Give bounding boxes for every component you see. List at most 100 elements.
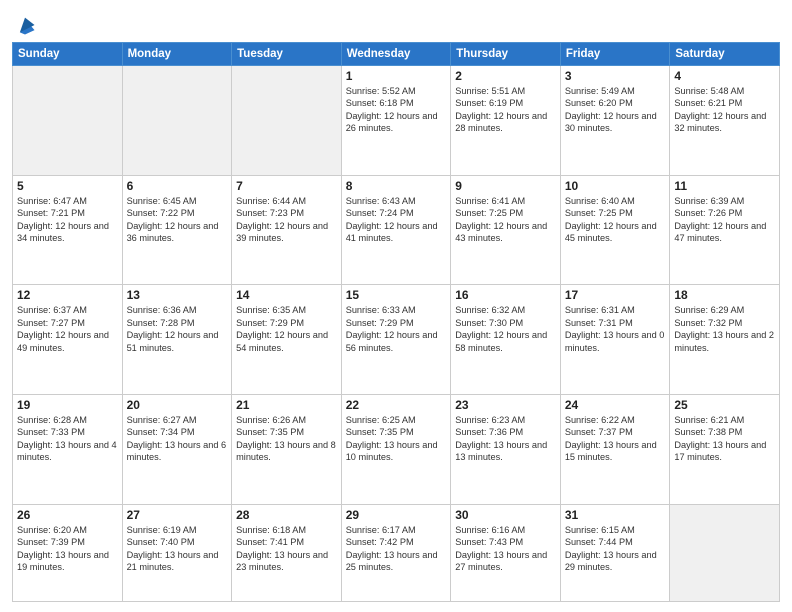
calendar-cell: 29 Sunrise: 6:17 AM Sunset: 7:42 PM Dayli… xyxy=(341,504,451,601)
day-number: 8 xyxy=(346,179,447,193)
logo xyxy=(12,14,36,36)
day-number: 9 xyxy=(455,179,556,193)
day-info: Sunrise: 6:17 AM Sunset: 7:42 PM Dayligh… xyxy=(346,524,447,574)
calendar-cell: 30 Sunrise: 6:16 AM Sunset: 7:43 PM Dayli… xyxy=(451,504,561,601)
day-number: 11 xyxy=(674,179,775,193)
day-info: Sunrise: 6:47 AM Sunset: 7:21 PM Dayligh… xyxy=(17,195,118,245)
calendar-header-row: SundayMondayTuesdayWednesdayThursdayFrid… xyxy=(13,43,780,66)
day-number: 30 xyxy=(455,508,556,522)
day-info: Sunrise: 6:44 AM Sunset: 7:23 PM Dayligh… xyxy=(236,195,337,245)
day-info: Sunrise: 6:31 AM Sunset: 7:31 PM Dayligh… xyxy=(565,304,666,354)
calendar: SundayMondayTuesdayWednesdayThursdayFrid… xyxy=(12,42,780,602)
calendar-cell: 31 Sunrise: 6:15 AM Sunset: 7:44 PM Dayli… xyxy=(560,504,670,601)
calendar-cell: 13Sunrise: 6:36 AM Sunset: 7:28 PM Dayli… xyxy=(122,285,232,395)
day-header-thursday: Thursday xyxy=(451,43,561,66)
calendar-cell: 25Sunrise: 6:21 AM Sunset: 7:38 PM Dayli… xyxy=(670,395,780,505)
day-info: Sunrise: 6:16 AM Sunset: 7:43 PM Dayligh… xyxy=(455,524,556,574)
calendar-cell: 12Sunrise: 6:37 AM Sunset: 7:27 PM Dayli… xyxy=(13,285,123,395)
day-number: 5 xyxy=(17,179,118,193)
day-info: Sunrise: 6:27 AM Sunset: 7:34 PM Dayligh… xyxy=(127,414,228,464)
day-number: 3 xyxy=(565,69,666,83)
day-number: 19 xyxy=(17,398,118,412)
calendar-cell: 9 Sunrise: 6:41 AM Sunset: 7:25 PM Daylig… xyxy=(451,175,561,285)
calendar-cell: 15 Sunrise: 6:33 AM Sunset: 7:29 PM Dayli… xyxy=(341,285,451,395)
calendar-cell xyxy=(232,66,342,176)
day-number: 22 xyxy=(346,398,447,412)
header xyxy=(12,10,780,36)
day-info: Sunrise: 6:40 AM Sunset: 7:25 PM Dayligh… xyxy=(565,195,666,245)
calendar-cell: 24Sunrise: 6:22 AM Sunset: 7:37 PM Dayli… xyxy=(560,395,670,505)
day-info: Sunrise: 6:33 AM Sunset: 7:29 PM Dayligh… xyxy=(346,304,447,354)
day-header-friday: Friday xyxy=(560,43,670,66)
day-info: Sunrise: 5:52 AM Sunset: 6:18 PM Dayligh… xyxy=(346,85,447,135)
day-info: Sunrise: 6:35 AM Sunset: 7:29 PM Dayligh… xyxy=(236,304,337,354)
day-info: Sunrise: 6:22 AM Sunset: 7:37 PM Dayligh… xyxy=(565,414,666,464)
day-info: Sunrise: 6:25 AM Sunset: 7:35 PM Dayligh… xyxy=(346,414,447,464)
day-number: 28 xyxy=(236,508,337,522)
day-number: 26 xyxy=(17,508,118,522)
calendar-cell: 14 Sunrise: 6:35 AM Sunset: 7:29 PM Dayli… xyxy=(232,285,342,395)
day-number: 20 xyxy=(127,398,228,412)
day-info: Sunrise: 6:20 AM Sunset: 7:39 PM Dayligh… xyxy=(17,524,118,574)
page: SundayMondayTuesdayWednesdayThursdayFrid… xyxy=(0,0,792,612)
day-number: 2 xyxy=(455,69,556,83)
calendar-cell: 23 Sunrise: 6:23 AM Sunset: 7:36 PM Dayli… xyxy=(451,395,561,505)
day-number: 6 xyxy=(127,179,228,193)
calendar-cell: 21 Sunrise: 6:26 AM Sunset: 7:35 PM Dayli… xyxy=(232,395,342,505)
week-row-1: 1 Sunrise: 5:52 AM Sunset: 6:18 PM Daylig… xyxy=(13,66,780,176)
day-info: Sunrise: 6:41 AM Sunset: 7:25 PM Dayligh… xyxy=(455,195,556,245)
day-number: 1 xyxy=(346,69,447,83)
day-header-saturday: Saturday xyxy=(670,43,780,66)
day-info: Sunrise: 6:28 AM Sunset: 7:33 PM Dayligh… xyxy=(17,414,118,464)
calendar-cell: 18Sunrise: 6:29 AM Sunset: 7:32 PM Dayli… xyxy=(670,285,780,395)
day-info: Sunrise: 6:32 AM Sunset: 7:30 PM Dayligh… xyxy=(455,304,556,354)
calendar-cell: 19 Sunrise: 6:28 AM Sunset: 7:33 PM Dayli… xyxy=(13,395,123,505)
calendar-cell: 22 Sunrise: 6:25 AM Sunset: 7:35 PM Dayli… xyxy=(341,395,451,505)
calendar-cell: 1 Sunrise: 5:52 AM Sunset: 6:18 PM Daylig… xyxy=(341,66,451,176)
day-info: Sunrise: 5:49 AM Sunset: 6:20 PM Dayligh… xyxy=(565,85,666,135)
day-number: 10 xyxy=(565,179,666,193)
day-info: Sunrise: 6:39 AM Sunset: 7:26 PM Dayligh… xyxy=(674,195,775,245)
calendar-cell: 3 Sunrise: 5:49 AM Sunset: 6:20 PM Daylig… xyxy=(560,66,670,176)
day-number: 23 xyxy=(455,398,556,412)
day-number: 18 xyxy=(674,288,775,302)
day-number: 13 xyxy=(127,288,228,302)
day-info: Sunrise: 5:51 AM Sunset: 6:19 PM Dayligh… xyxy=(455,85,556,135)
calendar-cell: 20 Sunrise: 6:27 AM Sunset: 7:34 PM Dayli… xyxy=(122,395,232,505)
calendar-cell: 2 Sunrise: 5:51 AM Sunset: 6:19 PM Daylig… xyxy=(451,66,561,176)
day-number: 16 xyxy=(455,288,556,302)
day-number: 31 xyxy=(565,508,666,522)
week-row-4: 19 Sunrise: 6:28 AM Sunset: 7:33 PM Dayli… xyxy=(13,395,780,505)
week-row-2: 5 Sunrise: 6:47 AM Sunset: 7:21 PM Daylig… xyxy=(13,175,780,285)
day-number: 15 xyxy=(346,288,447,302)
calendar-cell: 26 Sunrise: 6:20 AM Sunset: 7:39 PM Dayli… xyxy=(13,504,123,601)
calendar-cell: 6 Sunrise: 6:45 AM Sunset: 7:22 PM Daylig… xyxy=(122,175,232,285)
day-info: Sunrise: 5:48 AM Sunset: 6:21 PM Dayligh… xyxy=(674,85,775,135)
day-info: Sunrise: 6:15 AM Sunset: 7:44 PM Dayligh… xyxy=(565,524,666,574)
calendar-cell: 7 Sunrise: 6:44 AM Sunset: 7:23 PM Daylig… xyxy=(232,175,342,285)
day-number: 21 xyxy=(236,398,337,412)
day-header-wednesday: Wednesday xyxy=(341,43,451,66)
calendar-cell xyxy=(13,66,123,176)
day-number: 27 xyxy=(127,508,228,522)
day-info: Sunrise: 6:23 AM Sunset: 7:36 PM Dayligh… xyxy=(455,414,556,464)
day-header-tuesday: Tuesday xyxy=(232,43,342,66)
calendar-cell: 10 Sunrise: 6:40 AM Sunset: 7:25 PM Dayli… xyxy=(560,175,670,285)
day-info: Sunrise: 6:18 AM Sunset: 7:41 PM Dayligh… xyxy=(236,524,337,574)
day-number: 14 xyxy=(236,288,337,302)
calendar-cell: 28 Sunrise: 6:18 AM Sunset: 7:41 PM Dayli… xyxy=(232,504,342,601)
day-number: 7 xyxy=(236,179,337,193)
calendar-cell: 4 Sunrise: 5:48 AM Sunset: 6:21 PM Daylig… xyxy=(670,66,780,176)
day-info: Sunrise: 6:21 AM Sunset: 7:38 PM Dayligh… xyxy=(674,414,775,464)
day-info: Sunrise: 6:45 AM Sunset: 7:22 PM Dayligh… xyxy=(127,195,228,245)
day-number: 4 xyxy=(674,69,775,83)
calendar-cell: 5 Sunrise: 6:47 AM Sunset: 7:21 PM Daylig… xyxy=(13,175,123,285)
day-header-sunday: Sunday xyxy=(13,43,123,66)
calendar-cell: 27Sunrise: 6:19 AM Sunset: 7:40 PM Dayli… xyxy=(122,504,232,601)
day-info: Sunrise: 6:37 AM Sunset: 7:27 PM Dayligh… xyxy=(17,304,118,354)
calendar-cell: 17Sunrise: 6:31 AM Sunset: 7:31 PM Dayli… xyxy=(560,285,670,395)
day-number: 29 xyxy=(346,508,447,522)
calendar-cell: 11 Sunrise: 6:39 AM Sunset: 7:26 PM Dayli… xyxy=(670,175,780,285)
calendar-cell xyxy=(670,504,780,601)
day-info: Sunrise: 6:26 AM Sunset: 7:35 PM Dayligh… xyxy=(236,414,337,464)
